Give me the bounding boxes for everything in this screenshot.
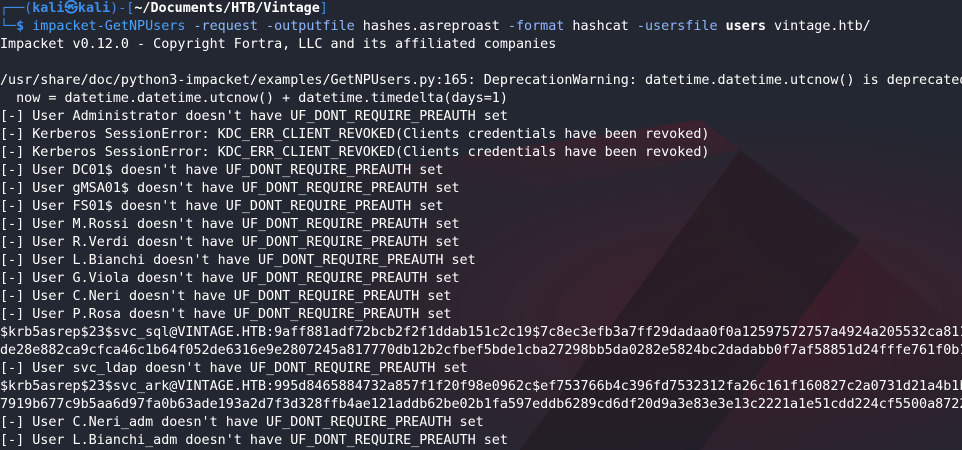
- terminal-output: ┌──(kali㉿kali)-[~/Documents/HTB/Vintage]…: [0, 0, 962, 450]
- output-line: [-] User FS01$ doesn't have UF_DONT_REQU…: [0, 199, 444, 214]
- output-line: [-] User Administrator doesn't have UF_D…: [0, 109, 508, 124]
- output-line: [-] User P.Rosa doesn't have UF_DONT_REQ…: [0, 307, 452, 322]
- output-line: now = datetime.datetime.utcnow() + datet…: [0, 91, 508, 106]
- prompt-dollar: $: [16, 19, 33, 34]
- command-option: -outputfile: [258, 19, 355, 34]
- command-argument: hashes.asreproast: [354, 19, 500, 34]
- output-line: [-] Kerberos SessionError: KDC_ERR_CLIEN…: [0, 127, 710, 142]
- prompt-line-top: ┌──(kali㉿kali)-[~/Documents/HTB/Vintage]: [0, 0, 962, 18]
- output-line: [-] User C.Neri doesn't have UF_DONT_REQ…: [0, 289, 452, 304]
- hash-line[interactable]: de28e882ca9cfca46c1b64f052de6316e9e28072…: [0, 342, 962, 360]
- output-line: [-] User gMSA01$ doesn't have UF_DONT_RE…: [0, 181, 460, 196]
- command-option: -request: [185, 19, 258, 34]
- hash-line[interactable]: $krb5asrep$23$svc_sql@VINTAGE.HTB:9aff88…: [0, 324, 962, 342]
- prompt-cwd: ~/Documents/HTB/Vintage: [134, 1, 320, 16]
- prompt-user: kali: [32, 1, 65, 16]
- output-line: [-] User L.Bianchi_adm doesn't have UF_D…: [0, 433, 508, 448]
- prompt-corner: ┌──(: [0, 1, 33, 16]
- command-name: impacket-GetNPUsers: [32, 19, 186, 34]
- prompt-close-bracket: ]: [319, 1, 328, 16]
- output-line: [-] User L.Bianchi doesn't have UF_DONT_…: [0, 253, 476, 268]
- prompt-separator: )-[: [110, 1, 135, 16]
- output-line: [-] Kerberos SessionError: KDC_ERR_CLIEN…: [0, 145, 710, 160]
- terminal-window[interactable]: ┌──(kali㉿kali)-[~/Documents/HTB/Vintage]…: [0, 0, 962, 450]
- prompt-at-symbol: ㉿: [64, 1, 78, 16]
- output-line: Impacket v0.12.0 - Copyright Fortra, LLC…: [0, 37, 557, 52]
- command-option: -format: [499, 19, 565, 34]
- output-line: [-] User G.Viola doesn't have UF_DONT_RE…: [0, 271, 460, 286]
- output-line: [-] User R.Verdi doesn't have UF_DONT_RE…: [0, 235, 460, 250]
- prompt-line-command[interactable]: └─$ impacket-GetNPUsers -request -output…: [0, 18, 962, 36]
- output-line: [-] User DC01$ doesn't have UF_DONT_REQU…: [0, 163, 444, 178]
- command-argument: hashcat: [564, 19, 629, 34]
- hash-line[interactable]: $krb5asrep$23$svc_ark@VINTAGE.HTB:995d84…: [0, 378, 962, 396]
- output-line: [-] User svc_ldap doesn't have UF_DONT_R…: [0, 361, 468, 376]
- command-option: -usersfile: [628, 19, 718, 34]
- output-line: [-] User C.Neri_adm doesn't have UF_DONT…: [0, 415, 484, 430]
- prompt-host: kali: [77, 1, 111, 16]
- output-line: [-] User M.Rossi doesn't have UF_DONT_RE…: [0, 217, 460, 232]
- hash-line[interactable]: 7919b677c9b5aa6d97fa0b63ade193a2d7f3d328…: [0, 396, 962, 414]
- command-argument-bold: users: [717, 19, 766, 34]
- output-line: /usr/share/doc/python3-impacket/examples…: [0, 73, 962, 88]
- prompt-corner-bottom: └─: [0, 19, 17, 34]
- command-argument: vintage.htb/: [765, 19, 871, 34]
